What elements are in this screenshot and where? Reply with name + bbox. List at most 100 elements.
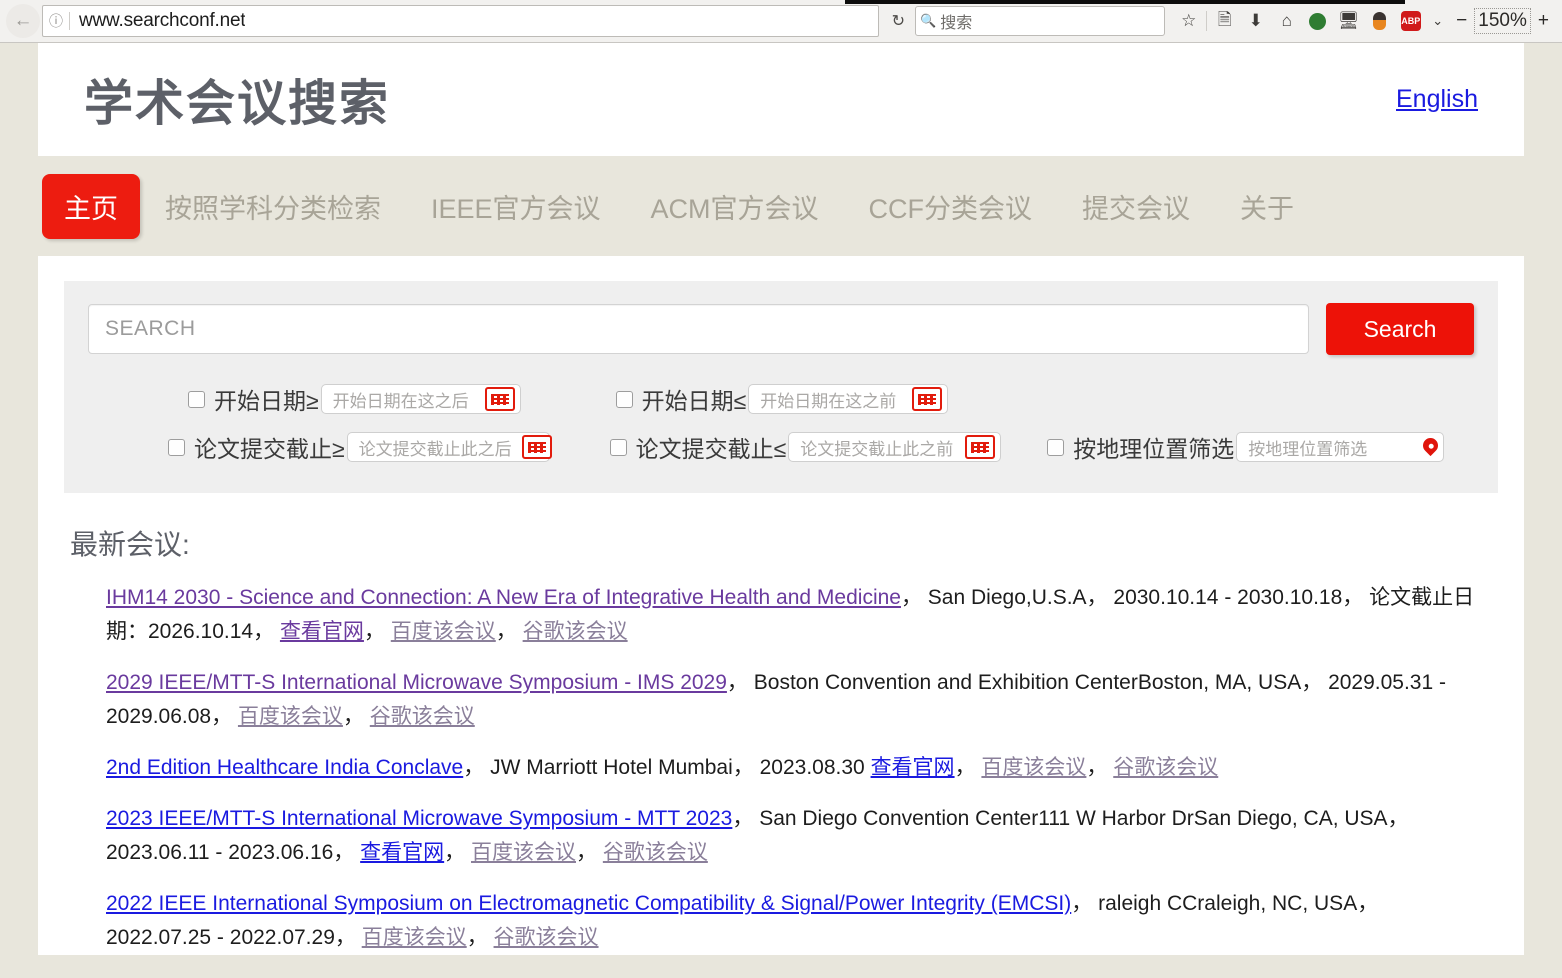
view-official-site-link[interactable]: 查看官网 xyxy=(871,756,955,779)
action-separator: ， xyxy=(343,705,370,728)
home-icon[interactable]: ⌂ xyxy=(1271,4,1302,38)
action-separator: ， xyxy=(1086,756,1113,779)
calendar-icon[interactable] xyxy=(522,435,552,459)
address-bar[interactable]: ⓘ www.searchconf.net xyxy=(42,5,879,37)
chevron-down-icon[interactable]: ⌄ xyxy=(1426,13,1449,29)
nav-item-ieee-conferences[interactable]: IEEE官方会议 xyxy=(406,187,626,226)
filter-row-start-date: 开始日期≥ 开始日期在这之后 开始日期≤ 开始日期在这之前 xyxy=(88,375,1474,423)
input-start-date-lte[interactable]: 开始日期在这之前 xyxy=(748,384,948,414)
toolbar-divider xyxy=(1206,11,1207,31)
downloads-arrow-icon[interactable]: ⬇ xyxy=(1240,4,1271,38)
conference-title-link[interactable]: 2029 IEEE/MTT-S International Microwave … xyxy=(106,671,727,694)
conference-title-link[interactable]: 2023 IEEE/MTT-S International Microwave … xyxy=(106,807,732,830)
search-filter-panel: SEARCH Search 开始日期≥ 开始日期在这之后 xyxy=(64,281,1498,493)
action-separator: ， xyxy=(576,841,603,864)
calendar-icon[interactable] xyxy=(912,387,942,411)
conference-title-link[interactable]: IHM14 2030 - Science and Connection: A N… xyxy=(106,586,901,609)
google-search-link[interactable]: 谷歌该会议 xyxy=(603,841,708,864)
back-arrow-icon[interactable]: ← xyxy=(6,4,40,38)
url-text: www.searchconf.net xyxy=(70,10,245,32)
search-input-placeholder: SEARCH xyxy=(105,317,196,341)
filter-label-start-date-lte: 开始日期≤ xyxy=(642,382,747,416)
page-info-icon[interactable]: ⓘ xyxy=(43,11,69,31)
green-shield-icon[interactable] xyxy=(1302,4,1333,38)
zoom-out-button[interactable]: − xyxy=(1449,10,1474,32)
main-content: SEARCH Search 开始日期≥ 开始日期在这之后 xyxy=(38,256,1524,955)
reload-icon[interactable]: ↻ xyxy=(885,8,911,34)
bookmark-star-icon[interactable]: ☆ xyxy=(1173,4,1204,38)
baidu-search-link[interactable]: 百度该会议 xyxy=(362,926,467,949)
results-heading: 最新会议: xyxy=(70,523,1498,563)
result-item: 2022 IEEE International Symposium on Ele… xyxy=(106,887,1488,955)
input-geo-location[interactable]: 按地理位置筛选 xyxy=(1236,432,1444,462)
baidu-search-link[interactable]: 百度该会议 xyxy=(391,620,496,643)
result-item: 2nd Edition Healthcare India Conclave， J… xyxy=(106,751,1488,785)
placeholder-start-date-gte: 开始日期在这之后 xyxy=(333,387,469,412)
zoom-control: − 150% + xyxy=(1449,8,1556,34)
screen-icon[interactable]: 🖥 xyxy=(1333,4,1364,38)
input-deadline-lte[interactable]: 论文提交截止此之前 xyxy=(788,432,1001,462)
checkbox-geo-location[interactable] xyxy=(1047,439,1064,456)
action-separator: ， xyxy=(955,756,982,779)
google-search-link[interactable]: 谷歌该会议 xyxy=(370,705,475,728)
search-input[interactable]: SEARCH xyxy=(88,304,1309,354)
conference-title-link[interactable]: 2nd Edition Healthcare India Conclave xyxy=(106,756,463,779)
checkbox-start-date-gte[interactable] xyxy=(188,391,205,408)
filter-row-submission-deadline: 论文提交截止≥ 论文提交截止此之后 论文提交截止≤ 论文提交截止此之前 xyxy=(88,423,1474,471)
input-deadline-gte[interactable]: 论文提交截止此之后 xyxy=(347,432,550,462)
checkbox-deadline-lte[interactable] xyxy=(610,439,627,456)
result-item: IHM14 2030 - Science and Connection: A N… xyxy=(106,581,1488,649)
placeholder-deadline-lte: 论文提交截止此之前 xyxy=(800,435,953,460)
language-switch-link[interactable]: English xyxy=(1396,85,1478,114)
filter-start-date-lte: 开始日期≤ 开始日期在这之前 xyxy=(616,382,949,416)
placeholder-geo-location: 按地理位置筛选 xyxy=(1248,435,1367,460)
search-row: SEARCH Search xyxy=(64,281,1498,375)
action-separator: ， xyxy=(364,620,391,643)
calendar-icon[interactable] xyxy=(965,435,995,459)
conference-title-link[interactable]: 2022 IEEE International Symposium on Ele… xyxy=(106,892,1071,915)
user-profile-icon[interactable] xyxy=(1364,4,1395,38)
view-official-site-link[interactable]: 查看官网 xyxy=(280,620,364,643)
google-search-link[interactable]: 谷歌该会议 xyxy=(523,620,628,643)
action-separator: ， xyxy=(496,620,523,643)
google-search-link[interactable]: 谷歌该会议 xyxy=(1113,756,1218,779)
nav-item-submit-conference[interactable]: 提交会议 xyxy=(1057,187,1215,226)
nav-item-ccf-conferences[interactable]: CCF分类会议 xyxy=(844,187,1058,226)
filter-label-geo-location: 按地理位置筛选 xyxy=(1073,430,1234,464)
adblock-plus-icon[interactable]: ABP xyxy=(1395,4,1426,38)
nav-item-about[interactable]: 关于 xyxy=(1215,187,1319,226)
browser-search-box[interactable]: 🔍 搜索 xyxy=(915,6,1165,36)
checkbox-start-date-lte[interactable] xyxy=(616,391,633,408)
browser-toolbar: ← ⓘ www.searchconf.net ↻ 🔍 搜索 ☆ 🗎 ⬇ ⌂ 🖥 … xyxy=(0,0,1562,43)
filter-label-deadline-lte: 论文提交截止≤ xyxy=(636,430,787,464)
tab-strip-edge xyxy=(845,0,1405,4)
map-pin-icon[interactable] xyxy=(1422,436,1438,458)
google-search-link[interactable]: 谷歌该会议 xyxy=(494,926,599,949)
calendar-icon[interactable] xyxy=(485,387,515,411)
page-container: 学术会议搜索 English 主页 按照学科分类检索 IEEE官方会议 ACM官… xyxy=(38,43,1524,955)
baidu-search-link[interactable]: 百度该会议 xyxy=(471,841,576,864)
zoom-in-button[interactable]: + xyxy=(1531,10,1556,32)
result-item: 2029 IEEE/MTT-S International Microwave … xyxy=(106,666,1488,734)
results-list: IHM14 2030 - Science and Connection: A N… xyxy=(64,581,1498,955)
conference-meta: ， JW Marriott Hotel Mumbai， 2023.08.30 xyxy=(463,756,870,779)
nav-item-acm-conferences[interactable]: ACM官方会议 xyxy=(626,187,844,226)
checkbox-deadline-gte[interactable] xyxy=(168,439,185,456)
baidu-search-link[interactable]: 百度该会议 xyxy=(238,705,343,728)
placeholder-deadline-gte: 论文提交截止此之后 xyxy=(359,435,512,460)
nav-item-home[interactable]: 主页 xyxy=(42,174,140,239)
page-title: 学术会议搜索 xyxy=(84,64,390,135)
toolbar-icon-group: ☆ 🗎 ⬇ ⌂ 🖥 ABP ⌄ xyxy=(1173,4,1449,38)
search-button[interactable]: Search xyxy=(1326,303,1474,355)
nav-item-browse-by-discipline[interactable]: 按照学科分类检索 xyxy=(140,187,406,226)
filter-deadline-lte: 论文提交截止≤ 论文提交截止此之前 xyxy=(610,430,1002,464)
filter-label-start-date-gte: 开始日期≥ xyxy=(214,382,319,416)
filter-label-deadline-gte: 论文提交截止≥ xyxy=(194,430,345,464)
action-separator: ， xyxy=(444,841,471,864)
reader-list-icon[interactable]: 🗎 xyxy=(1209,4,1240,38)
site-header: 学术会议搜索 English xyxy=(38,43,1524,156)
view-official-site-link[interactable]: 查看官网 xyxy=(360,841,444,864)
input-start-date-gte[interactable]: 开始日期在这之后 xyxy=(321,384,521,414)
baidu-search-link[interactable]: 百度该会议 xyxy=(981,756,1086,779)
zoom-level-value[interactable]: 150% xyxy=(1474,8,1531,34)
